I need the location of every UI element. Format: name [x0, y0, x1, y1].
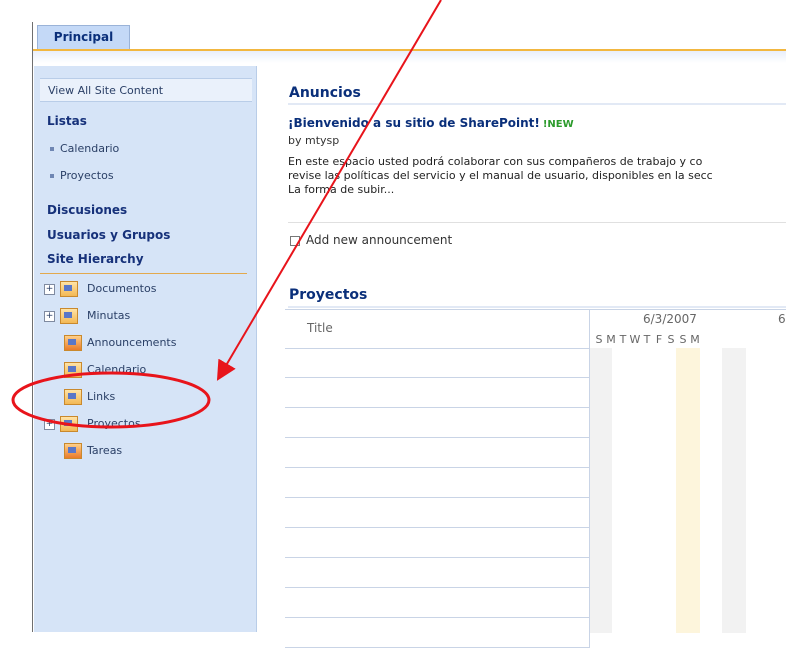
- gantt-row[interactable]: [285, 378, 590, 408]
- view-all-site-content-link[interactable]: View All Site Content: [40, 78, 252, 102]
- gantt-row[interactable]: [285, 348, 590, 378]
- ql-heading-usuarios[interactable]: Usuarios y Grupos: [47, 228, 170, 242]
- body-line: La forma de subir...: [288, 183, 395, 196]
- gantt-weekend-column: [722, 348, 746, 633]
- tree-label: Proyectos: [87, 417, 141, 430]
- gantt-weekend-column: [590, 348, 612, 633]
- ql-separator: [40, 273, 247, 274]
- expand-icon[interactable]: +: [44, 284, 55, 295]
- title-column-label: Title: [307, 321, 333, 335]
- ql-item-label: Proyectos: [60, 169, 114, 182]
- day-label: S: [679, 333, 687, 346]
- day-label: F: [655, 333, 663, 346]
- tree-label: Calendario: [87, 363, 147, 376]
- gantt-row[interactable]: [285, 558, 590, 588]
- calendar-icon: [64, 362, 82, 378]
- day-label: M: [690, 333, 700, 346]
- day-label: M: [606, 333, 616, 346]
- document-library-icon: [60, 308, 78, 324]
- gantt-view: Title 6/3/2007 6 SMTWTFSSM: [285, 309, 786, 648]
- tree-label: Tareas: [87, 444, 123, 457]
- gantt-row[interactable]: [285, 408, 590, 438]
- tab-principal[interactable]: Principal: [37, 25, 130, 50]
- gantt-row[interactable]: [285, 528, 590, 558]
- new-badge: !NEW: [543, 119, 574, 130]
- ql-item-calendario[interactable]: Calendario: [50, 142, 119, 155]
- ql-heading-site-hierarchy[interactable]: Site Hierarchy: [47, 252, 144, 266]
- gantt-row[interactable]: [285, 438, 590, 468]
- day-label: T: [619, 333, 627, 346]
- document-library-icon: [60, 281, 78, 297]
- announcement-separator: [288, 222, 786, 223]
- day-label: W: [629, 333, 641, 346]
- ql-heading-discusiones[interactable]: Discusiones: [47, 203, 127, 217]
- tab-shadow: [33, 51, 786, 63]
- day-label: S: [595, 333, 603, 346]
- expand-icon[interactable]: +: [44, 419, 55, 430]
- add-announcement-link[interactable]: Add new announcement: [290, 233, 452, 247]
- announcements-heading: Anuncios: [289, 85, 361, 101]
- announcement-byline: by mtysp: [288, 134, 340, 147]
- add-link-text: Add new announcement: [306, 233, 453, 247]
- tree-label: Announcements: [87, 336, 177, 349]
- gantt-row[interactable]: [285, 588, 590, 618]
- gantt-days-row: SMTWTFSSM: [593, 333, 701, 346]
- ql-item-proyectos[interactable]: Proyectos: [50, 169, 114, 182]
- tree-label: Minutas: [87, 309, 131, 322]
- bullet-icon: [50, 174, 54, 178]
- proyectos-heading: Proyectos: [289, 287, 368, 303]
- gantt-date-2: 6: [778, 312, 786, 326]
- bullet-icon: [50, 147, 54, 151]
- gantt-today-column: [676, 348, 700, 633]
- ql-heading-listas[interactable]: Listas: [47, 114, 87, 128]
- new-badge-text: NEW: [547, 119, 574, 130]
- expand-icon[interactable]: +: [44, 311, 55, 322]
- day-label: S: [667, 333, 675, 346]
- heading-rule: [288, 103, 786, 105]
- announcement-title[interactable]: ¡Bienvenido a su sitio de SharePoint! !NE…: [288, 116, 574, 130]
- gantt-row[interactable]: [285, 468, 590, 498]
- left-frame: [0, 0, 34, 632]
- links-icon: [64, 389, 82, 405]
- add-icon: [290, 235, 300, 246]
- tasks-icon: [64, 443, 82, 459]
- day-label: T: [643, 333, 651, 346]
- announcement-title-text: ¡Bienvenido a su sitio de SharePoint!: [288, 116, 540, 130]
- announcements-icon: [64, 335, 82, 351]
- body-line: revise las políticas del servicio y el m…: [288, 169, 713, 182]
- body-line: En este espacio usted podrá colaborar co…: [288, 155, 703, 168]
- frame-border: [32, 22, 33, 632]
- heading-rule: [288, 306, 786, 308]
- announcement-body: En este espacio usted podrá colaborar co…: [288, 155, 786, 197]
- gantt-date-1: 6/3/2007: [643, 312, 697, 326]
- project-tasks-icon: [60, 416, 78, 432]
- title-column-header[interactable]: Title: [285, 310, 590, 349]
- tree-label: Links: [87, 390, 116, 403]
- gantt-row[interactable]: [285, 498, 590, 528]
- tree-label: Documentos: [87, 282, 157, 295]
- gantt-row[interactable]: [285, 618, 590, 648]
- ql-item-label: Calendario: [60, 142, 120, 155]
